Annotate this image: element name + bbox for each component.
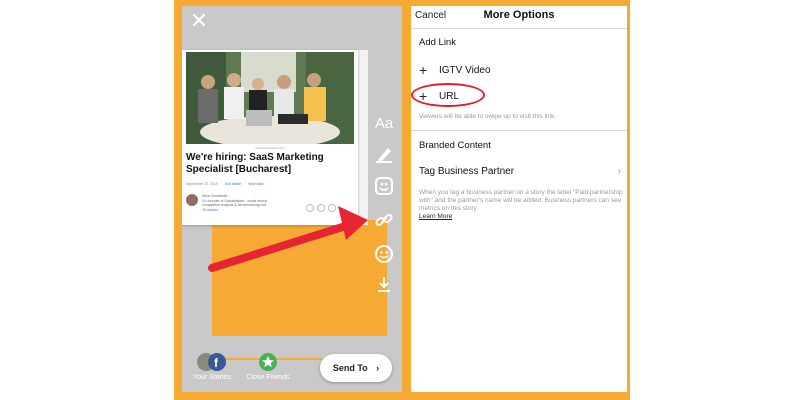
chevron-right-icon: › [617, 166, 621, 177]
chevron-right-icon: › [376, 363, 380, 373]
your-stories-label: Your Stories [193, 374, 231, 381]
pointer-arrow [208, 206, 368, 272]
your-stories-button[interactable]: f Your Stories [184, 352, 240, 381]
tag-business-partner-option[interactable]: Tag Business Partner [419, 166, 619, 177]
send-to-label: Send To [332, 363, 368, 373]
more-options-panel: More Options Cancel Add Link + IGTV Video… [411, 6, 627, 392]
star-icon [259, 353, 277, 371]
cancel-button[interactable]: Cancel [415, 10, 446, 21]
share-bar: f Your Stories Close Friends Send To › [182, 346, 402, 392]
url-highlight-circle [411, 83, 485, 107]
link-hint: Viewers will be able to swipe up to visi… [419, 113, 557, 120]
add-link-heading: Add Link [419, 37, 456, 48]
close-friends-label: Close Friends [246, 374, 290, 381]
igtv-video-label: IGTV Video [439, 64, 491, 76]
branded-content-description: When you tag a business partner on a sto… [419, 189, 624, 221]
story-editor-panel: ✕ www.loremipsum.com We're hiring: SaaS … [182, 6, 402, 392]
branded-content-heading: Branded Content [419, 140, 491, 151]
section-divider [411, 130, 627, 131]
branded-desc-text: When you tag a business partner on a sto… [419, 189, 623, 212]
plus-icon: + [419, 62, 428, 78]
tag-business-partner-label: Tag Business Partner [419, 166, 515, 177]
close-friends-button[interactable]: Close Friends [240, 352, 296, 381]
igtv-video-option[interactable]: + IGTV Video [419, 62, 619, 78]
send-to-button[interactable]: Send To › [320, 354, 392, 382]
learn-more-link[interactable]: Learn More [419, 213, 452, 220]
nav-bar: More Options Cancel [411, 6, 627, 29]
